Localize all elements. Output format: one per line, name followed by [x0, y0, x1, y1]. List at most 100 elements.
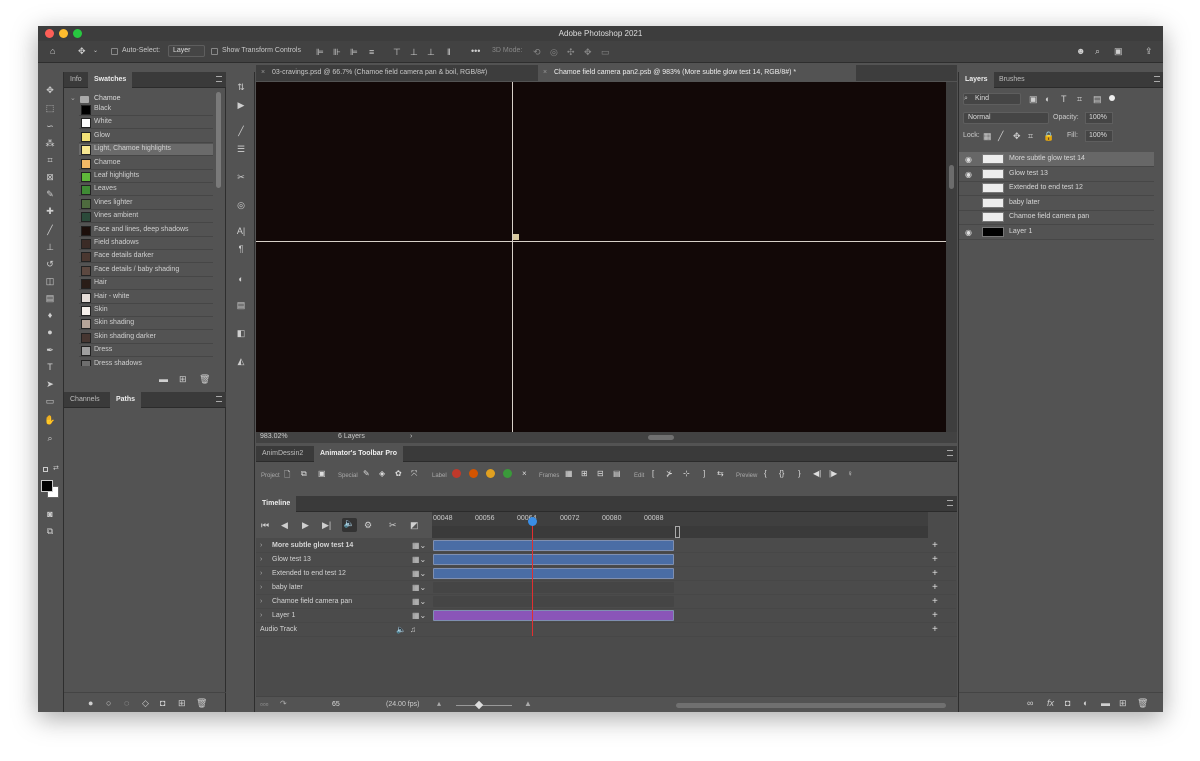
healing-brush-icon[interactable]: ✚ — [44, 205, 56, 217]
lock-transparent-icon[interactable]: ▦ — [983, 131, 992, 141]
panel-menu-icon[interactable] — [947, 500, 953, 506]
fit-special-icon[interactable]: ⤧ — [411, 469, 417, 479]
zoom-slider[interactable] — [456, 705, 512, 706]
shapes-panel-icon[interactable]: ◭ — [234, 354, 248, 368]
add-media-icon[interactable]: + — [932, 540, 938, 551]
step-back-icon[interactable]: ◀| — [813, 469, 821, 478]
empty-track-area[interactable] — [433, 596, 674, 607]
timeline-track-row[interactable]: › Extended to end test 12 ▦⌄ + — [256, 567, 956, 581]
swatch-item[interactable]: Light, Chamoe highlights — [79, 144, 213, 157]
film-icon[interactable]: ▦⌄ — [412, 541, 426, 550]
label-green-button[interactable] — [503, 469, 512, 478]
zoom-level[interactable]: 983.02% — [260, 433, 288, 440]
visibility-eye-icon[interactable]: ◉ — [965, 170, 972, 179]
dodge-tool-icon[interactable]: ● — [44, 326, 56, 338]
marquee-tool-icon[interactable]: ⬚ — [44, 102, 56, 114]
stroke-path-icon[interactable]: ○ — [106, 698, 111, 708]
type-tool-icon[interactable]: T — [44, 361, 56, 373]
layer-row[interactable]: ◉ Glow test 13 — [959, 167, 1154, 182]
home-icon[interactable]: ⌂ — [50, 46, 55, 56]
film-icon[interactable]: ▦⌄ — [412, 611, 426, 620]
brush-settings-icon[interactable]: ╱ — [234, 124, 248, 138]
account-icon[interactable]: ☻ — [1076, 46, 1085, 56]
swatch-item[interactable]: Dress — [79, 345, 213, 358]
timeline-clip[interactable] — [433, 554, 674, 565]
tab-brushes[interactable]: Brushes — [993, 72, 1031, 88]
trash-icon[interactable]: 🗑 — [1137, 698, 1148, 708]
more-options-icon[interactable]: ••• — [471, 46, 480, 56]
selection-path-icon[interactable]: ◌ — [124, 698, 129, 708]
current-frame[interactable]: 65 — [332, 701, 340, 708]
fill-field[interactable]: 100% — [1085, 130, 1113, 142]
tab-animators-toolbar[interactable]: Animator's Toolbar Pro — [314, 446, 403, 462]
guide-horizontal[interactable] — [256, 241, 946, 242]
film-icon[interactable]: ▦⌄ — [412, 555, 426, 564]
filter-smart-object-icon[interactable]: ▤ — [1093, 94, 1102, 104]
workspace-icon[interactable]: ▣ — [1114, 46, 1123, 56]
vertical-scrollbar[interactable] — [946, 82, 957, 432]
frame-tool-icon[interactable]: ⊠ — [44, 171, 56, 183]
lasso-tool-icon[interactable]: ∽ — [44, 120, 56, 132]
layer-row[interactable]: Extended to end test 12 — [959, 181, 1154, 197]
document-info[interactable]: 6 Layers — [338, 433, 365, 440]
layer-row[interactable]: Chamoe field camera pan — [959, 210, 1154, 226]
filter-type-icon[interactable]: T — [1061, 94, 1067, 104]
history-brush-icon[interactable]: ↺ — [44, 258, 56, 270]
time-ruler[interactable] — [432, 512, 928, 526]
magic-wand-icon[interactable]: ⁂ — [44, 137, 56, 149]
close-icon[interactable]: × — [543, 65, 547, 81]
mask-icon[interactable]: ◘ — [160, 698, 165, 708]
step-forward-icon[interactable]: |▶ — [829, 469, 837, 478]
zoom-slider-thumb[interactable] — [474, 700, 484, 710]
screen-mode-icon[interactable]: ⧉ — [44, 525, 56, 537]
new-doc-icon[interactable]: 🗋 — [284, 469, 290, 483]
add-media-icon[interactable]: + — [932, 568, 938, 579]
path-select-icon[interactable]: ➤ — [44, 378, 56, 390]
link-layers-icon[interactable]: ∞ — [1027, 698, 1033, 708]
work-path-icon[interactable]: ◇ — [142, 698, 149, 708]
previous-frame-icon[interactable]: ◀ — [281, 520, 288, 530]
actions-play-icon[interactable]: ▶ — [234, 98, 248, 112]
delete-frame-icon[interactable]: ⊟ — [597, 469, 604, 478]
film-icon[interactable]: ▦⌄ — [412, 583, 426, 592]
panel-menu-icon[interactable] — [1154, 76, 1160, 82]
close-icon[interactable]: × — [261, 65, 265, 81]
swatch-item[interactable]: Skin shading darker — [79, 332, 213, 344]
new-layer-icon[interactable]: ⊞ — [1119, 698, 1127, 708]
align-center-icon[interactable]: ⊪ — [333, 47, 341, 57]
move-tool-icon[interactable]: ✥ — [78, 46, 86, 56]
swatch-item[interactable]: Vines lighter — [79, 198, 213, 210]
filter-adjustment-icon[interactable]: ◐ — [1045, 94, 1050, 104]
lock-pixels-icon[interactable]: ╱ — [998, 131, 1003, 141]
tab-paths[interactable]: Paths — [110, 392, 142, 408]
hand-tool-icon[interactable]: ✋ — [44, 414, 56, 426]
align-bottom-icon[interactable]: ⊥ — [427, 47, 435, 57]
move-tool-icon[interactable]: ✥ — [44, 84, 56, 96]
expand-arrow-icon[interactable]: › — [260, 598, 262, 605]
empty-track-area[interactable] — [433, 582, 674, 593]
chevron-down-icon[interactable]: ⌄ — [93, 46, 98, 56]
distribute-vertical-icon[interactable]: ‖ — [447, 47, 451, 57]
playhead-handle[interactable] — [528, 517, 537, 526]
swatch-item[interactable]: Field shadows — [79, 238, 213, 250]
zoom-in-icon[interactable]: ▲ — [524, 699, 532, 708]
lock-artboard-icon[interactable]: ⌗ — [1028, 131, 1033, 141]
swatch-item[interactable]: White — [79, 117, 213, 130]
zoom-window-button[interactable] — [73, 29, 82, 38]
scrollbar[interactable] — [216, 92, 221, 188]
extend-frame-icon[interactable]: ▤ — [613, 469, 621, 478]
guide-vertical[interactable] — [512, 82, 513, 432]
lock-all-icon[interactable]: 🔒 — [1043, 131, 1054, 141]
expand-arrow-icon[interactable]: › — [260, 584, 262, 591]
trash-icon[interactable]: 🗑 — [199, 374, 210, 384]
filter-toggle-icon[interactable] — [1109, 95, 1115, 101]
add-media-icon[interactable]: + — [932, 582, 938, 593]
stamp-tool-icon[interactable]: ⊥ — [44, 241, 56, 253]
convert-frame-icon[interactable]: ▫▫▫ — [260, 700, 269, 709]
3d-roll-icon[interactable]: ◎ — [550, 47, 558, 57]
label-red-button[interactable] — [452, 469, 461, 478]
canvas[interactable] — [256, 82, 946, 432]
swatch-item[interactable]: Vines ambient — [79, 211, 213, 224]
settings-special-icon[interactable]: ✿ — [395, 469, 402, 478]
align-right-icon[interactable]: ⊫ — [350, 47, 358, 57]
